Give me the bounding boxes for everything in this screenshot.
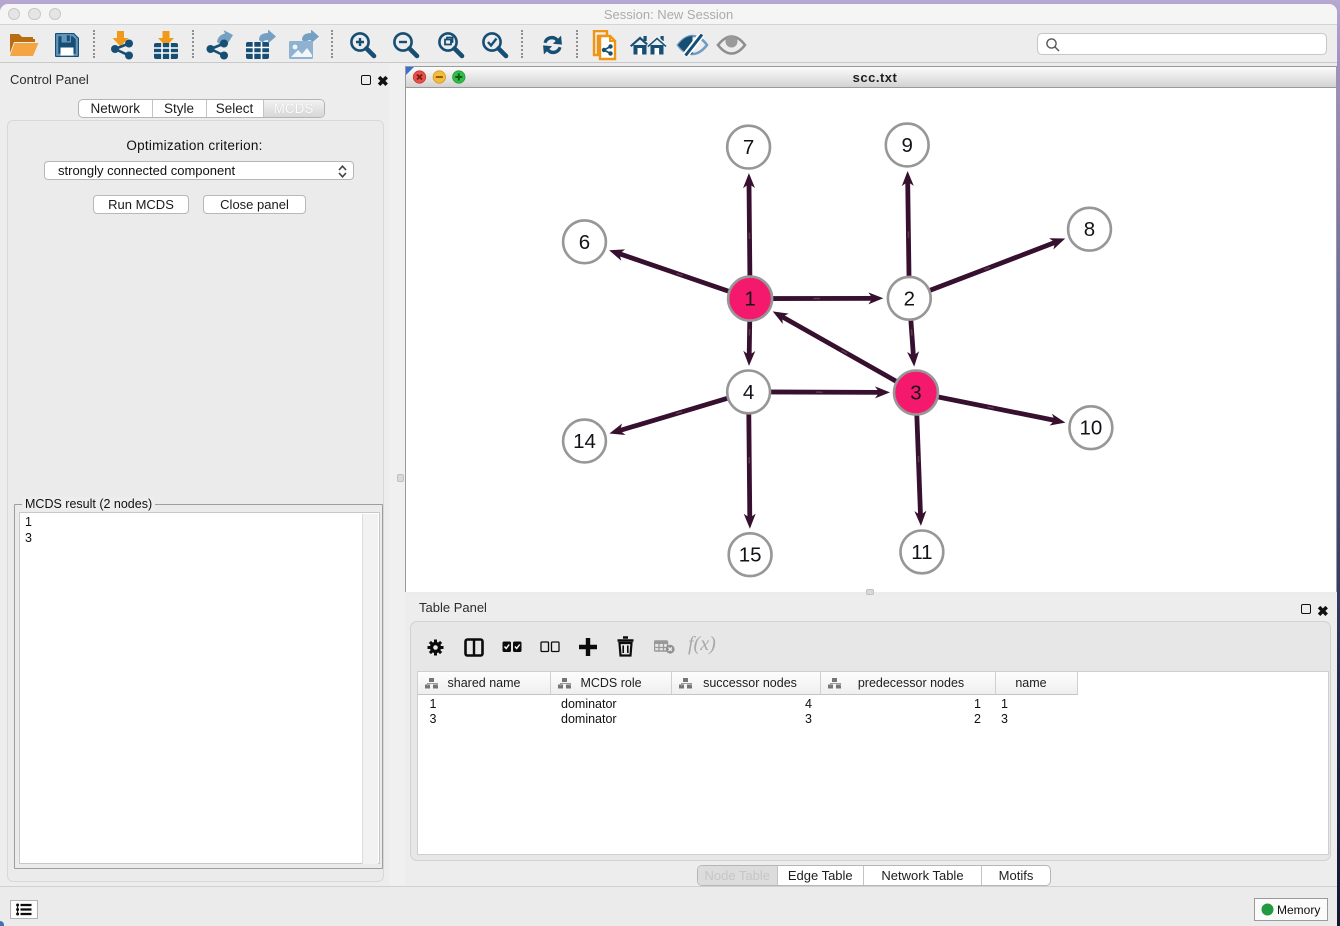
svg-text:11: 11 xyxy=(911,541,932,564)
svg-text:10: 10 xyxy=(1079,417,1102,440)
svg-text:1: 1 xyxy=(744,288,755,311)
svg-text:9: 9 xyxy=(901,134,912,157)
svg-text:8: 8 xyxy=(1084,218,1095,241)
svg-text:7: 7 xyxy=(743,136,754,159)
svg-text:14: 14 xyxy=(573,430,596,453)
svg-text:15: 15 xyxy=(739,544,762,567)
svg-text:3: 3 xyxy=(910,382,921,405)
svg-text:4: 4 xyxy=(743,381,754,404)
svg-text:2: 2 xyxy=(904,287,915,310)
svg-text:6: 6 xyxy=(579,231,590,254)
